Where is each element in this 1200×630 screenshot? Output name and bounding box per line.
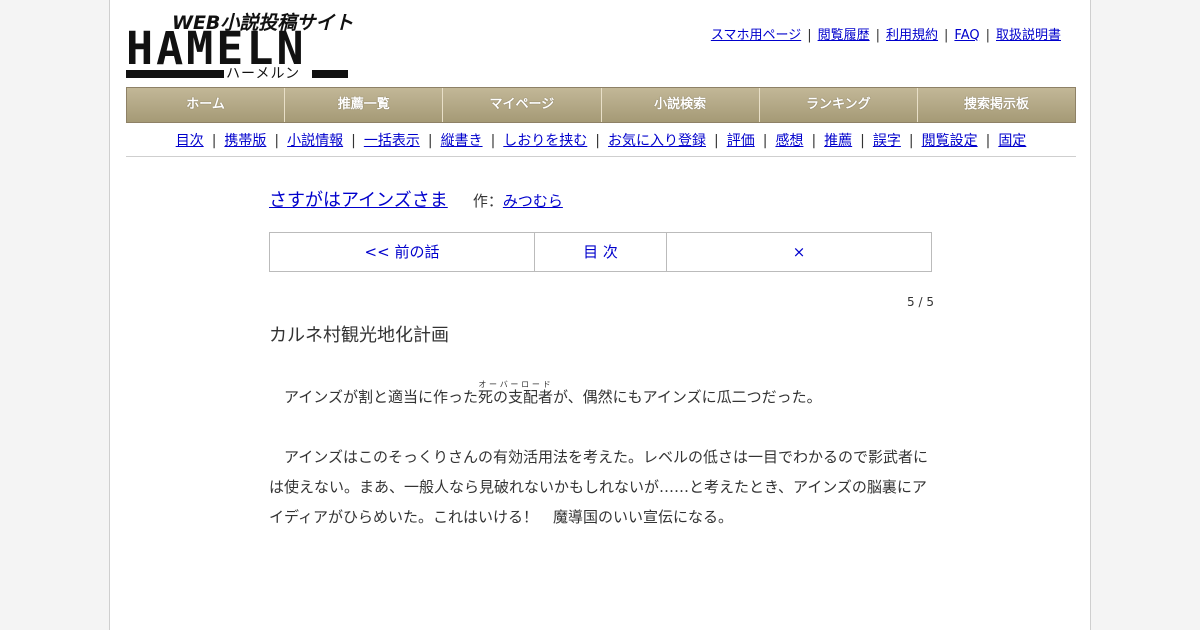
subnav-favorite[interactable]: お気に入り登録 bbox=[608, 133, 706, 149]
author-link[interactable]: みつむら bbox=[503, 192, 563, 210]
logo-underline-right bbox=[312, 70, 348, 78]
subnav-rate[interactable]: 評価 bbox=[727, 133, 755, 149]
subnav-recommend[interactable]: 推薦 bbox=[824, 133, 852, 149]
logo-kana: ハーメルン bbox=[226, 66, 301, 82]
subnav-divider bbox=[126, 156, 1076, 157]
logo-underline-left bbox=[126, 70, 224, 78]
episode-title: カルネ村観光地化計画 bbox=[269, 325, 449, 346]
nav-search-board[interactable]: 捜索掲示板 bbox=[918, 88, 1075, 122]
hameln-logo[interactable]: WEB小説投稿サイト HAMELN ハーメルン bbox=[126, 8, 353, 82]
author-label: 作： bbox=[472, 192, 503, 210]
link-faq[interactable]: FAQ bbox=[954, 28, 979, 43]
close-button[interactable]: × bbox=[667, 233, 931, 271]
subnav-view-settings[interactable]: 閲覧設定 bbox=[922, 133, 978, 149]
novel-subnav: 目次 | 携帯版 | 小説情報 | 一括表示 | 縦書き | しおりを挟む | お気に入り登録 | 評価 | 感… bbox=[175, 133, 1027, 149]
main-nav: ホーム 推薦一覧 マイページ 小説検索 ランキング 捜索掲示板 bbox=[126, 87, 1076, 123]
novel-header: さすがはアインズさま 作：みつむら bbox=[269, 186, 563, 212]
link-manual[interactable]: 取扱説明書 bbox=[996, 28, 1061, 43]
nav-mypage[interactable]: マイページ bbox=[443, 88, 602, 122]
episode-pager: << 前の話 目 次 × bbox=[269, 232, 932, 272]
subnav-pin[interactable]: 固定 bbox=[998, 133, 1026, 149]
subnav-review[interactable]: 感想 bbox=[775, 133, 803, 149]
paragraph-2: アインズはこのそっくりさんの有効活用法を考えた。レベルの低さは一目でわかるので影… bbox=[269, 448, 928, 526]
link-smartphone-page[interactable]: スマホ用ページ bbox=[711, 28, 801, 43]
subnav-show-all[interactable]: 一括表示 bbox=[364, 133, 420, 149]
subnav-toc[interactable]: 目次 bbox=[176, 133, 204, 149]
episode-body: アインズが割と適当に作った死の支配者オーバーロードが、偶然にもアインズに瓜二つだ… bbox=[269, 380, 933, 532]
subnav-vertical[interactable]: 縦書き bbox=[441, 133, 483, 149]
episode-count: 5 / 5 bbox=[907, 295, 934, 309]
ruby-overlord: 死の支配者オーバーロード bbox=[477, 380, 553, 406]
novel-title-link[interactable]: さすがはアインズさま bbox=[269, 190, 448, 211]
nav-recommendations[interactable]: 推薦一覧 bbox=[285, 88, 444, 122]
toc-button[interactable]: 目 次 bbox=[535, 233, 667, 271]
subnav-bookmark[interactable]: しおりを挟む bbox=[503, 133, 587, 149]
header-links: スマホ用ページ | 閲覧履歴 | 利用規約 | FAQ | 取扱説明書 bbox=[710, 28, 1061, 43]
nav-ranking[interactable]: ランキング bbox=[760, 88, 918, 122]
subnav-mobile[interactable]: 携帯版 bbox=[224, 133, 266, 149]
nav-home[interactable]: ホーム bbox=[127, 88, 286, 122]
prev-episode-button[interactable]: << 前の話 bbox=[270, 233, 535, 271]
page-container: WEB小説投稿サイト HAMELN ハーメルン スマホ用ページ | 閲覧履歴 | 利用規… bbox=[109, 0, 1091, 630]
link-terms[interactable]: 利用規約 bbox=[886, 28, 938, 43]
subnav-typo[interactable]: 誤字 bbox=[873, 133, 901, 149]
link-history[interactable]: 閲覧履歴 bbox=[818, 28, 870, 43]
paragraph-1: アインズが割と適当に作った死の支配者オーバーロードが、偶然にもアインズに瓜二つだ… bbox=[269, 380, 822, 406]
nav-novel-search[interactable]: 小説検索 bbox=[602, 88, 760, 122]
subnav-novel-info[interactable]: 小説情報 bbox=[287, 133, 343, 149]
